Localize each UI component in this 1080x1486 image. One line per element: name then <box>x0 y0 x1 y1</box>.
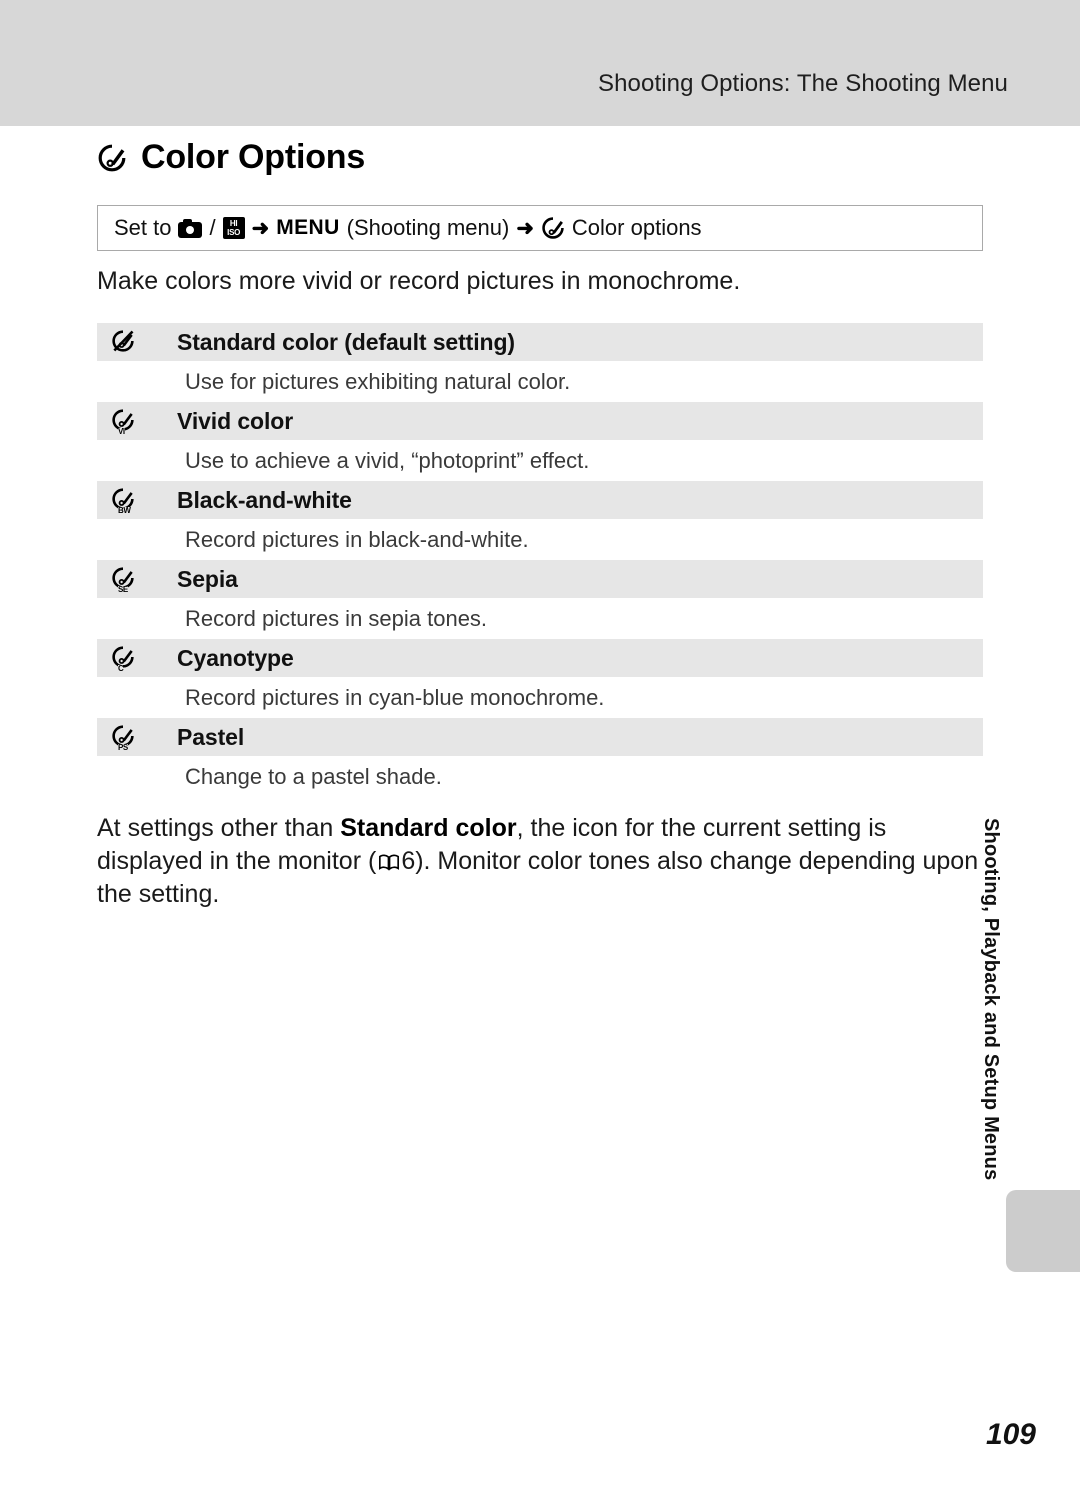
arrow-right-icon-1: ➜ <box>251 216 270 240</box>
set-to-instruction-box: Set to / HI ISO ➜ MENU (Shooting menu) ➜… <box>97 205 983 251</box>
option-icon-cell: C <box>97 644 177 673</box>
option-icon-subscript: BW <box>118 506 131 515</box>
shooting-menu-paren: (Shooting menu) <box>346 215 510 240</box>
option-icon-subscript: C <box>118 664 124 673</box>
option-description: Record pictures in sepia tones. <box>185 605 488 631</box>
closing-page-ref: 6 <box>401 847 416 875</box>
table-description-row: Record pictures in cyan-blue monochrome. <box>97 677 983 718</box>
table-description-row: Use for pictures exhibiting natural colo… <box>97 361 983 402</box>
high-iso-bottom-text: ISO <box>227 227 241 237</box>
color-options-off-icon <box>109 328 139 356</box>
table-row: Standard color (default setting) <box>97 323 983 361</box>
option-description: Use for pictures exhibiting natural colo… <box>185 368 571 394</box>
page-number: 109 <box>985 1418 1036 1451</box>
set-to-prefix: Set to <box>114 215 172 240</box>
table-row: VI Vivid color <box>97 402 983 440</box>
section-title-text: Color Options <box>141 138 366 176</box>
color-options-icon <box>97 143 127 173</box>
section-heading: Color Options <box>97 138 365 177</box>
option-icon-subscript: SE <box>118 585 128 594</box>
option-icon-cell: SE <box>97 565 177 594</box>
option-icon-subscript: PS <box>118 743 128 752</box>
table-row: BW Black-and-white <box>97 481 983 519</box>
option-icon-subscript: VI <box>118 427 125 436</box>
page-header-band <box>0 0 1080 126</box>
option-label: Cyanotype <box>177 644 294 671</box>
option-description: Change to a pastel shade. <box>185 763 442 789</box>
table-row: PS Pastel <box>97 718 983 756</box>
menu-button-label: MENU <box>276 216 340 239</box>
table-description-row: Record pictures in sepia tones. <box>97 598 983 639</box>
table-description-row: Record pictures in black-and-white. <box>97 519 983 560</box>
option-label: Standard color (default setting) <box>177 328 515 355</box>
table-row: C Cyanotype <box>97 639 983 677</box>
color-options-icon-inline <box>541 216 565 240</box>
option-label: Pastel <box>177 723 245 750</box>
table-row: SE Sepia <box>97 560 983 598</box>
color-options-table: Standard color (default setting) Use for… <box>97 323 983 797</box>
option-icon-cell: VI <box>97 407 177 436</box>
option-label: Sepia <box>177 565 238 592</box>
table-description-row: Use to achieve a vivid, “photoprint” eff… <box>97 440 983 481</box>
closing-paragraph: At settings other than Standard color, t… <box>97 812 989 911</box>
manual-reference-icon <box>378 847 400 871</box>
option-description: Use to achieve a vivid, “photoprint” eff… <box>185 447 590 473</box>
option-description: Record pictures in cyan-blue monochrome. <box>185 684 605 710</box>
option-label: Vivid color <box>177 407 294 434</box>
option-label: Black-and-white <box>177 486 352 513</box>
arrow-right-icon-2: ➜ <box>516 216 534 240</box>
high-iso-top-text: HI <box>229 218 238 228</box>
side-tab-marker <box>1006 1190 1080 1272</box>
color-options-vivid-icon: VI <box>109 407 139 436</box>
closing-part1: At settings other than <box>97 814 341 842</box>
color-options-sepia-icon: SE <box>109 565 139 594</box>
set-to-target-label: Color options <box>571 215 702 240</box>
option-icon-cell <box>97 328 177 356</box>
color-options-pastel-icon: PS <box>109 723 139 752</box>
intro-text: Make colors more vivid or record picture… <box>97 267 741 295</box>
page-header-title: Shooting Options: The Shooting Menu <box>598 70 1008 97</box>
option-icon-cell: PS <box>97 723 177 752</box>
side-tab-label: Shooting, Playback and Setup Menus <box>980 818 1002 1181</box>
table-description-row: Change to a pastel shade. <box>97 756 983 797</box>
option-description: Record pictures in black-and-white. <box>185 526 529 552</box>
color-options-cyanotype-icon: C <box>109 644 139 673</box>
set-to-separator: / <box>209 215 216 240</box>
option-icon-cell: BW <box>97 486 177 515</box>
closing-bold-term: Standard color <box>340 814 517 842</box>
color-options-bw-icon: BW <box>109 486 139 515</box>
camera-mode-icon <box>178 218 203 238</box>
high-iso-mode-icon: HI ISO <box>222 217 245 239</box>
